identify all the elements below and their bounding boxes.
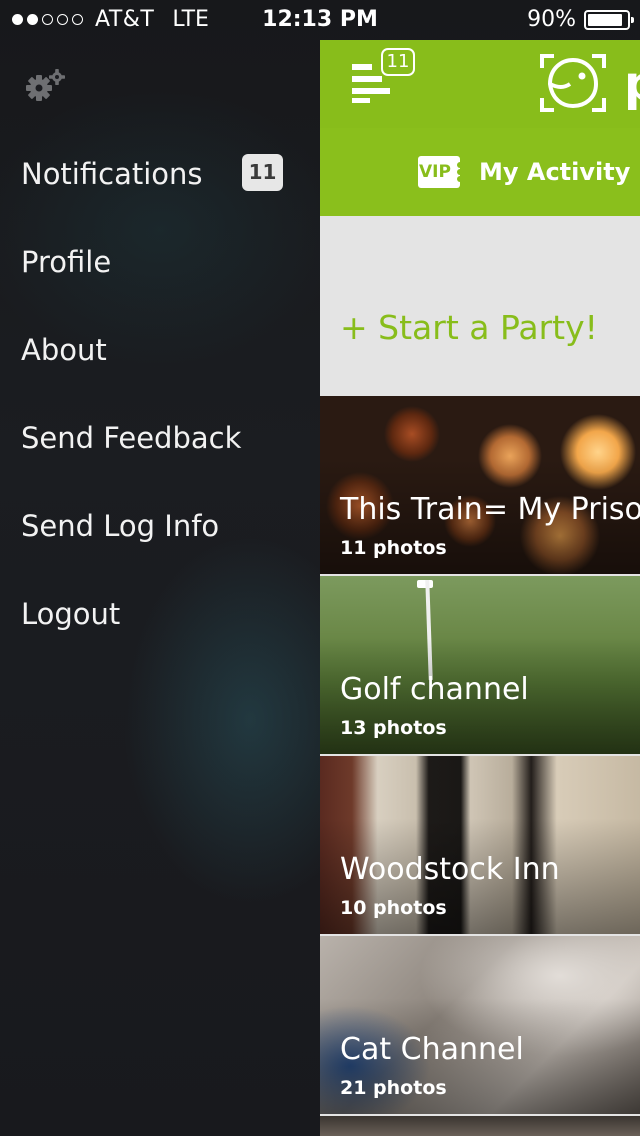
gear-icon[interactable] — [24, 68, 68, 104]
menu-item-profile[interactable]: Profile — [0, 218, 320, 306]
menu-item-about[interactable]: About — [0, 306, 320, 394]
side-menu: Notifications 11 Profile About Send Feed… — [0, 130, 320, 658]
menu-item-logout[interactable]: Logout — [0, 570, 320, 658]
main-panel[interactable]: 11 p VIP My Activity + Start a Party! Th… — [320, 40, 640, 1136]
status-bar: AT&T LTE 12:13 PM 90% — [0, 0, 640, 40]
notification-badge: 11 — [242, 154, 283, 191]
battery-status: 90% — [527, 7, 634, 32]
channel-card[interactable]: Woodstock Inn 10 photos — [320, 756, 640, 934]
channel-title: Woodstock Inn — [340, 852, 560, 887]
menu-item-notifications[interactable]: Notifications 11 — [0, 130, 320, 218]
menu-item-label: About — [21, 333, 107, 367]
channel-card[interactable]: Golf channel 13 photos — [320, 576, 640, 754]
vip-ticket-label: VIP — [419, 162, 451, 182]
channel-card[interactable]: Cat Channel 21 photos — [320, 936, 640, 1114]
bird-logo-icon — [540, 54, 606, 112]
channel-card[interactable] — [320, 1116, 640, 1136]
menu-item-label: Logout — [21, 597, 121, 631]
top-bar: 11 p — [320, 40, 640, 128]
photo-count: 21 photos — [340, 1077, 447, 1099]
start-party-button[interactable]: + Start a Party! — [340, 308, 598, 347]
channel-card[interactable]: This Train= My Prison 11 photos — [320, 396, 640, 574]
menu-item-send-log-info[interactable]: Send Log Info — [0, 482, 320, 570]
battery-fill — [588, 13, 622, 26]
menu-item-label: Notifications — [21, 157, 203, 191]
channel-title: Golf channel — [340, 672, 529, 707]
menu-item-label: Send Feedback — [21, 421, 242, 455]
battery-icon — [584, 9, 634, 30]
channel-title: This Train= My Prison — [340, 492, 640, 527]
tab-my-activity[interactable]: VIP My Activity — [320, 128, 640, 216]
battery-percent: 90% — [527, 7, 576, 32]
channel-title: Cat Channel — [340, 1032, 524, 1067]
photo-count: 11 photos — [340, 537, 447, 559]
menu-item-label: Profile — [21, 245, 112, 279]
tab-label: My Activity — [479, 158, 631, 186]
menu-notification-count: 11 — [381, 48, 415, 76]
vip-ticket-icon: VIP — [418, 156, 463, 188]
photo-count: 13 photos — [340, 717, 447, 739]
menu-item-label: Send Log Info — [21, 509, 220, 543]
photo-count: 10 photos — [340, 897, 447, 919]
menu-item-send-feedback[interactable]: Send Feedback — [0, 394, 320, 482]
brand-name: p — [624, 58, 640, 110]
